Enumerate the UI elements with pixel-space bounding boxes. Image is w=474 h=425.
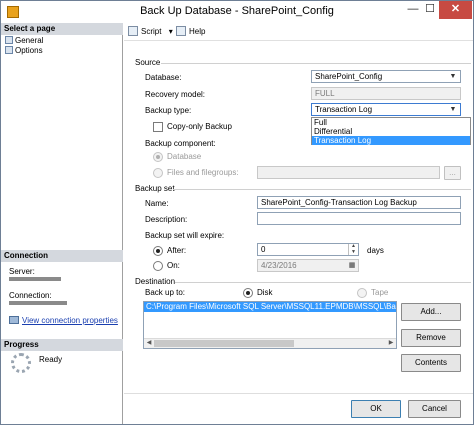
chevron-down-icon: ▼ [449, 106, 457, 113]
maximize-button[interactable]: ☐ [421, 1, 439, 19]
close-button[interactable]: ✕ [439, 1, 472, 19]
select-page-header: Select a page [1, 23, 123, 35]
tape-label: Tape [371, 288, 389, 297]
expire-after-label: After: [167, 246, 187, 255]
backup-type-option-transaction-log[interactable]: Transaction Log [312, 136, 470, 145]
description-label: Description: [145, 215, 188, 224]
expire-label: Backup set will expire: [145, 231, 225, 240]
page-general-label: General [15, 36, 44, 45]
disk-label: Disk [257, 288, 273, 297]
view-connection-properties-label: View connection properties [22, 316, 118, 325]
title-bar: Back Up Database - SharePoint_Config — ☐… [1, 1, 473, 23]
backup-type-label: Backup type: [145, 106, 192, 115]
view-connection-properties-link[interactable]: View connection properties [9, 316, 118, 325]
progress-header: Progress [1, 339, 123, 351]
script-button[interactable]: Script ▾ [128, 26, 173, 37]
toolbar: Script ▾ Help [124, 23, 473, 41]
expire-after-radio[interactable] [153, 246, 163, 256]
expire-on-radio[interactable] [153, 261, 163, 271]
database-combo[interactable]: SharePoint_Config ▼ [311, 70, 461, 83]
calendar-icon: ▦ [348, 262, 356, 269]
page-icon [5, 36, 13, 44]
database-label: Database: [145, 73, 182, 82]
backup-type-option-differential[interactable]: Differential [312, 127, 470, 136]
source-divider [161, 63, 471, 64]
copy-only-label: Copy-only Backup [167, 122, 232, 131]
help-icon [176, 26, 186, 36]
chevron-down-icon: ▼ [449, 73, 457, 80]
connection-label: Connection: [9, 291, 52, 300]
days-spinner[interactable]: ▲ ▼ [348, 244, 358, 255]
cancel-button[interactable]: Cancel [408, 400, 461, 418]
progress-status: Ready [39, 355, 63, 364]
page-general[interactable]: General [5, 36, 43, 46]
server-label: Server: [9, 267, 35, 276]
destination-list[interactable]: C:\Program Files\Microsoft SQL Server\MS… [143, 301, 397, 349]
server-value-redacted [9, 277, 61, 281]
script-icon [128, 26, 138, 36]
files-component-radio[interactable] [153, 168, 163, 178]
database-value: SharePoint_Config [315, 72, 383, 81]
backup-type-combo[interactable]: Transaction Log ▼ [311, 103, 461, 116]
window-title: Back Up Database - SharePoint_Config [140, 5, 334, 17]
script-label: Script [141, 27, 162, 36]
copy-only-checkbox[interactable] [153, 122, 163, 132]
description-input[interactable] [257, 212, 461, 225]
recovery-model-field: FULL [311, 87, 461, 100]
footer-divider [124, 393, 473, 394]
expire-days-value: 0 [261, 245, 266, 254]
backup-set-divider [173, 189, 471, 190]
progress-spinner-icon [11, 353, 31, 373]
database-component-radio[interactable] [153, 152, 163, 162]
scroll-left-icon[interactable]: ◀ [144, 339, 154, 348]
expire-date-picker: 4/23/2016 ▦ [257, 259, 359, 272]
add-button[interactable]: Add... [401, 303, 461, 321]
scroll-right-icon[interactable]: ▶ [386, 339, 396, 348]
ok-button[interactable]: OK [351, 400, 401, 418]
minimize-button[interactable]: — [405, 1, 421, 19]
filegroups-field [257, 166, 440, 179]
destination-path-item[interactable]: C:\Program Files\Microsoft SQL Server\MS… [144, 302, 396, 312]
backup-type-option-full[interactable]: Full [312, 118, 470, 127]
page-icon [5, 46, 13, 54]
backup-name-input[interactable]: SharePoint_Config-Transaction Log Backup [257, 196, 461, 209]
left-pane: Select a page General Options Connection… [1, 23, 123, 424]
script-dropdown-icon[interactable]: ▾ [169, 27, 173, 36]
name-label: Name: [145, 199, 169, 208]
expire-days-input[interactable]: 0 ▲ ▼ [257, 243, 359, 256]
help-button[interactable]: Help [176, 26, 205, 37]
connection-header: Connection [1, 250, 123, 262]
remove-button[interactable]: Remove [401, 329, 461, 347]
page-options-label: Options [15, 46, 43, 55]
properties-icon [9, 316, 19, 324]
page-options[interactable]: Options [5, 46, 43, 56]
source-group-label: Source [135, 58, 161, 67]
backup-set-group-label: Backup set [135, 184, 175, 193]
hscroll-thumb[interactable] [154, 340, 294, 347]
spin-down-icon[interactable]: ▼ [349, 249, 358, 255]
backup-component-label: Backup component: [145, 139, 216, 148]
destination-hscrollbar[interactable]: ◀ ▶ [144, 338, 396, 348]
destination-group-label: Destination [135, 277, 176, 286]
destination-divider [175, 282, 471, 283]
disk-radio[interactable] [243, 288, 253, 298]
backup-type-dropdown: Full Differential Transaction Log [311, 117, 471, 145]
days-label: days [367, 246, 384, 255]
backup-to-label: Back up to: [145, 288, 186, 297]
help-label: Help [189, 27, 206, 36]
connection-value-redacted [9, 301, 67, 305]
backup-type-value: Transaction Log [315, 105, 373, 114]
tape-radio[interactable] [357, 288, 367, 298]
expire-on-label: On: [167, 261, 180, 270]
files-component-label: Files and filegroups: [167, 168, 239, 177]
browse-filegroups-button[interactable]: ... [444, 166, 461, 180]
contents-button[interactable]: Contents [401, 354, 461, 372]
backup-database-dialog: Back Up Database - SharePoint_Config — ☐… [0, 0, 474, 425]
database-component-label: Database [167, 152, 202, 161]
recovery-model-label: Recovery model: [145, 90, 206, 99]
expire-date-value: 4/23/2016 [261, 261, 297, 270]
